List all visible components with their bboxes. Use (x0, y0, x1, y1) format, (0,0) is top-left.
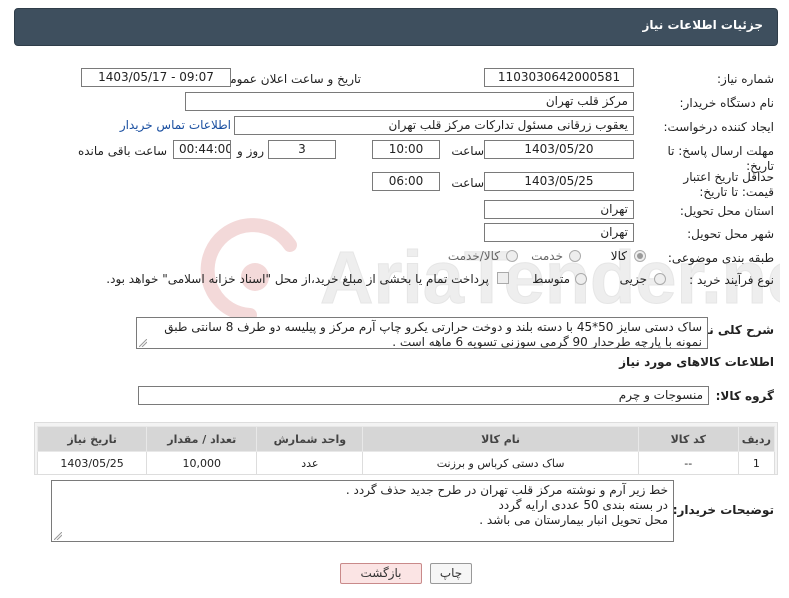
process-radio-medium[interactable] (575, 273, 587, 285)
process-radio-minor[interactable] (654, 273, 666, 285)
city-label: شهر محل تحویل: (687, 227, 774, 241)
cell-goods-name: ساک دستی کرباس و برزنت (362, 451, 639, 475)
table-row: 1 -- ساک دستی کرباس و برزنت عدد 10,000 1… (36, 451, 776, 475)
province-label: استان محل تحویل: (679, 204, 774, 218)
goods-table-container: ردیف کد کالا نام کالا واحد شمارش تعداد /… (34, 422, 778, 475)
remaining-time-field[interactable]: 00:44:00 (173, 140, 231, 159)
category-radio-goods-service[interactable] (506, 250, 518, 262)
reply-date-field[interactable]: 1403/05/20 (484, 140, 634, 159)
cell-row-number: 1 (737, 451, 776, 475)
page-title: جزئیات اطلاعات نیاز (642, 18, 763, 32)
cell-quantity: 10,000 (146, 451, 258, 475)
cell-need-date: 1403/05/25 (36, 451, 148, 475)
category-radio-goods[interactable] (634, 250, 646, 262)
reply-time-label: ساعت (451, 144, 484, 158)
need-number-label: شماره نیاز: (717, 72, 774, 86)
category-option-service: خدمت (531, 249, 563, 263)
province-field[interactable]: تهران (484, 200, 634, 219)
days-and-label: روز و (237, 144, 264, 158)
days-remaining-field[interactable]: 3 (268, 140, 336, 159)
need-number-field[interactable]: 1103030642000581 (484, 68, 634, 87)
goods-section-title: اطلاعات کالاهای مورد نیاز (619, 355, 774, 369)
col-need-date: تاریخ نیاز (36, 426, 148, 452)
buyer-org-field[interactable]: مرکز قلب تهران (185, 92, 634, 111)
buyer-notes-textarea[interactable]: خط زیر آرم و نوشته مرکز قلب تهران در طرح… (51, 480, 674, 542)
reply-time-field[interactable]: 10:00 (372, 140, 440, 159)
col-goods-code: کد کالا (637, 426, 739, 452)
buyer-org-label: نام دستگاه خریدار: (679, 96, 775, 110)
creator-field[interactable]: یعقوب زرقانی مسئول تدارکات مرکز قلب تهرا… (234, 116, 634, 135)
col-row-number: ردیف (737, 426, 776, 452)
announce-label: تاریخ و ساعت اعلان عمومی: (216, 72, 361, 86)
buyer-contact-link[interactable]: اطلاعات تماس خریدار (120, 118, 231, 132)
category-option-goods: کالا (610, 249, 627, 263)
process-option-medium: متوسط (532, 272, 570, 286)
col-quantity: تعداد / مقدار (146, 426, 258, 452)
process-option-minor: جزیی (619, 272, 647, 286)
treasury-note: پرداخت تمام یا بخشی از مبلغ خرید،از محل … (106, 272, 489, 286)
back-button[interactable]: بازگشت (340, 563, 422, 584)
validity-time-field[interactable]: 06:00 (372, 172, 440, 191)
remaining-time-label: ساعت باقی مانده (77, 144, 167, 158)
treasury-checkbox[interactable] (497, 272, 509, 284)
buyer-notes-line: خط زیر آرم و نوشته مرکز قلب تهران در طرح… (345, 483, 668, 497)
resize-handle-icon[interactable] (54, 532, 62, 540)
validity-date-field[interactable]: 1403/05/25 (484, 172, 634, 191)
process-type-label: نوع فرآیند خرید : (689, 273, 774, 287)
announce-datetime-field[interactable]: 1403/05/17 - 09:07 (81, 68, 231, 87)
goods-table-header: ردیف کد کالا نام کالا واحد شمارش تعداد /… (36, 426, 776, 452)
price-validity-label: حداقل تاریخ اعتبار قیمت: تا تاریخ: (683, 170, 774, 199)
category-option-goods-service: کالا/خدمت (447, 249, 500, 263)
description-textarea[interactable]: ساک دستی سایز 50*45 با دسته بلند و دوخت … (136, 317, 708, 349)
category-label: طبقه بندی موضوعی: (667, 251, 774, 265)
buyer-notes-line: محل تحویل انبار بیمارستان می باشد . (479, 513, 668, 527)
goods-group-field[interactable]: منسوجات و چرم (138, 386, 709, 405)
buyer-notes-line: در بسته بندی 50 عددی ارایه گردد (498, 498, 668, 512)
col-unit: واحد شمارش (256, 426, 364, 452)
cell-goods-code: -- (637, 451, 739, 475)
col-goods-name: نام کالا (362, 426, 639, 452)
header-panel: جزئیات اطلاعات نیاز (14, 8, 778, 46)
goods-table: ردیف کد کالا نام کالا واحد شمارش تعداد /… (36, 426, 776, 475)
creator-label: ایجاد کننده درخواست: (663, 120, 774, 134)
category-radio-service[interactable] (569, 250, 581, 262)
cell-unit: عدد (256, 451, 364, 475)
goods-group-label: گروه کالا: (715, 389, 774, 403)
city-field[interactable]: تهران (484, 223, 634, 242)
print-button[interactable]: چاپ (430, 563, 472, 584)
validity-time-label: ساعت (451, 176, 484, 190)
resize-handle-icon[interactable] (139, 339, 147, 347)
buyer-notes-label: توضیحات خریدار: (672, 503, 774, 517)
